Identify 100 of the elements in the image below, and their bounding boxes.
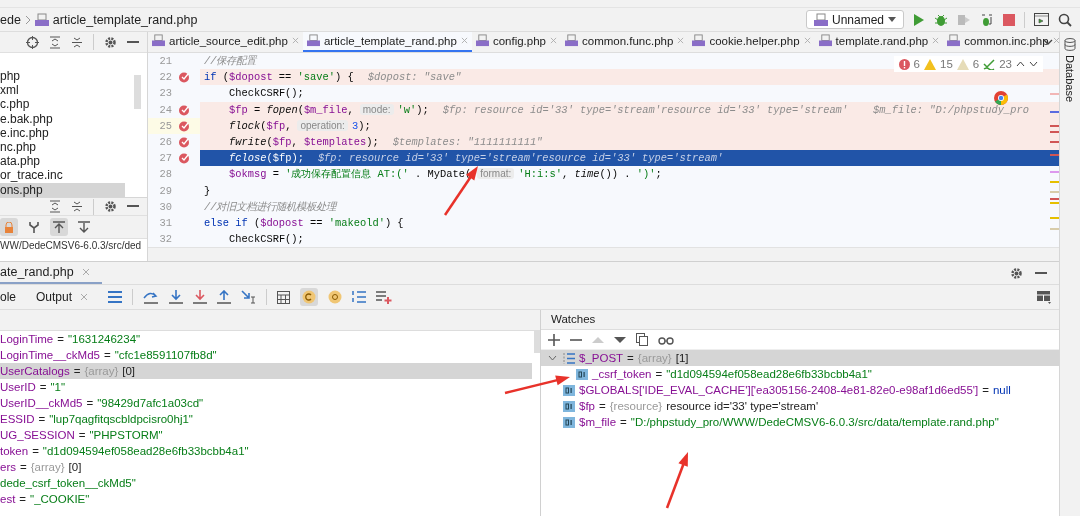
breadcrumb-item[interactable]: ede [0,12,21,27]
step-down-icon[interactable] [78,221,90,233]
browser-icon[interactable] [994,91,1008,105]
numbered-list-icon[interactable] [352,290,367,304]
chevron-down-icon[interactable] [1029,61,1038,67]
file-tree-item[interactable]: ata.php [0,154,125,169]
lock-toggle[interactable] [0,218,18,236]
add-icon[interactable] [548,333,560,346]
variable-row[interactable]: LoginTime__ckMd5 = "cfc1e8591107fb8d" [0,347,532,363]
file-tree-item[interactable]: e.inc.php [0,125,125,140]
code-text: '成功保存配置信息 AT:(' [285,168,409,181]
breakpoint-icon[interactable] [178,103,190,116]
collapse-all-icon[interactable] [71,35,83,49]
file-tree-item[interactable]: php [0,69,125,84]
circle-icon[interactable] [328,290,343,304]
locate-icon[interactable] [26,35,39,49]
breadcrumb-item[interactable]: article_template_rand.php [52,12,198,27]
database-icon[interactable] [1064,38,1076,51]
watch-row[interactable]: $fp = {resource} resource id='33' type='stream' [541,398,1059,414]
variable-row[interactable]: ers = {array} [0] [0,459,532,475]
variable-row[interactable]: ESSID = "lup7qagfitqscbldpcisro0hj1" [0,411,532,427]
fork-icon[interactable] [28,221,40,233]
menu-icon[interactable] [108,291,123,303]
chevron-up-icon[interactable] [1016,61,1025,67]
variable-row[interactable]: UserID = "1" [0,379,532,395]
breakpoint-icon[interactable] [178,152,190,165]
editor-tab[interactable]: template.rand.php [814,32,944,52]
file-tree-item[interactable]: nc.php [0,139,125,155]
variable-row[interactable]: UserCatalogs = {array} [0] [0,363,532,379]
php-file-icon [813,12,828,27]
code-text: , [285,119,292,132]
file-tree-item[interactable]: c.php [0,97,125,112]
minimize-icon[interactable] [1035,271,1047,275]
settings-icon[interactable] [1010,266,1023,280]
editor-tab[interactable]: config.php [471,32,561,52]
value-icon [576,368,588,380]
collapse-all-icon[interactable] [71,200,83,213]
breakpoint-icon[interactable] [178,71,190,84]
layout-icon[interactable] [1037,290,1051,304]
run-icon[interactable] [913,12,925,27]
debug-session-tab[interactable]: ate_rand.php [0,262,102,284]
chevron-icon[interactable] [548,355,557,361]
editor-tab[interactable]: common.inc.php [943,32,1059,52]
toggle-button[interactable] [300,288,319,306]
step-over-icon[interactable] [143,290,160,304]
step-into-icon[interactable] [169,290,184,304]
search-icon[interactable] [1058,12,1072,27]
inspection-widget[interactable]: 6 15 6 23 [893,56,1043,72]
variable-row[interactable]: UG_SESSION = "PHPSTORM" [0,427,532,443]
add-list-icon[interactable] [376,290,393,304]
debugger-tab[interactable]: ole [0,290,26,304]
watch-row[interactable]: $GLOBALS['IDE_EVAL_CACHE']['ea305156-2408-4e81-82e0-e98af1d6ed55'] = null [541,382,1059,398]
terminal-window-icon[interactable] [1034,13,1049,26]
code-text: fclose [229,152,267,165]
expand-all-icon[interactable] [49,200,61,213]
variable-row[interactable]: est = "_COOKIE" [0,491,532,507]
editor-tab[interactable]: common.func.php [561,32,689,52]
code-text: = [271,168,280,181]
debugger-tab[interactable]: Output [36,290,99,304]
file-tree-item[interactable]: e.bak.php [0,111,125,126]
move-down-icon[interactable] [614,335,626,344]
tool-window-tab[interactable]: Database [1064,55,1076,103]
calculator-icon[interactable] [277,290,291,304]
settings-icon[interactable] [104,200,117,213]
code-text: 'save' [297,71,335,84]
watch-row[interactable]: $m_file = "D:/phpstudy_pro/WWW/DedeCMSV6-6.0.3/src/data/template.rand.php" [541,414,1059,430]
scrollbar[interactable] [534,331,540,353]
listen-debug-icon[interactable] [980,12,994,27]
settings-icon[interactable] [104,35,117,49]
breakpoint-icon[interactable] [178,119,190,132]
scrollbar[interactable] [134,75,141,109]
watch-expression: $GLOBALS['IDE_EVAL_CACHE']['ea305156-2408-4e81-82e0-e98af1d6ed55'] = null [579,384,1011,396]
stop-icon[interactable] [1003,13,1015,26]
copy-icon[interactable] [636,333,648,346]
glasses-icon[interactable] [658,334,674,345]
minimize-icon[interactable] [127,205,139,208]
force-step-into-icon[interactable] [193,290,208,304]
file-tree-item[interactable]: ons.php [0,182,125,197]
variable-row[interactable]: dede_csrf_token__ckMd5" [0,475,532,491]
file-tree-item[interactable]: or_trace.inc [0,168,125,183]
variable-row[interactable]: token = "d1d094594ef058ead28e6fb33bcbb4a1" [0,443,532,459]
inline-value-hint: $fp: resource id='33' type='stream'resource id='33' type='stream' $m_file: "D:/phpstudy_pro [442,103,1029,116]
arrow-up-icon [53,221,65,233]
watch-row[interactable]: $_POST = {array} [1] [541,350,1059,366]
minimize-icon[interactable] [127,40,139,44]
editor-tab[interactable]: article_template_rand.php [302,32,472,52]
file-tree-item[interactable]: xml [0,83,125,98]
variable-row[interactable]: LoginTime = "1631246234" [0,331,532,347]
step-out-icon[interactable] [217,290,232,304]
run-configuration-dropdown[interactable]: Unnamed [805,10,904,29]
breakpoint-icon[interactable] [178,136,190,149]
run-to-cursor-icon[interactable] [241,290,257,304]
editor-tab[interactable]: cookie.helper.php [688,32,815,52]
watch-row[interactable]: _csrf_token = "d1d094594ef058ead28e6fb33bcbb4a1" [541,366,1059,382]
step-up-toggle[interactable] [50,218,68,236]
expand-all-icon[interactable] [49,35,61,49]
variable-row[interactable]: UserID__ckMd5 = "98429d7afc1a03cd" [0,395,532,411]
editor-tab[interactable]: article_source_edit.php [148,32,303,52]
code-text: ); [358,119,371,132]
bug-icon[interactable] [934,12,948,27]
